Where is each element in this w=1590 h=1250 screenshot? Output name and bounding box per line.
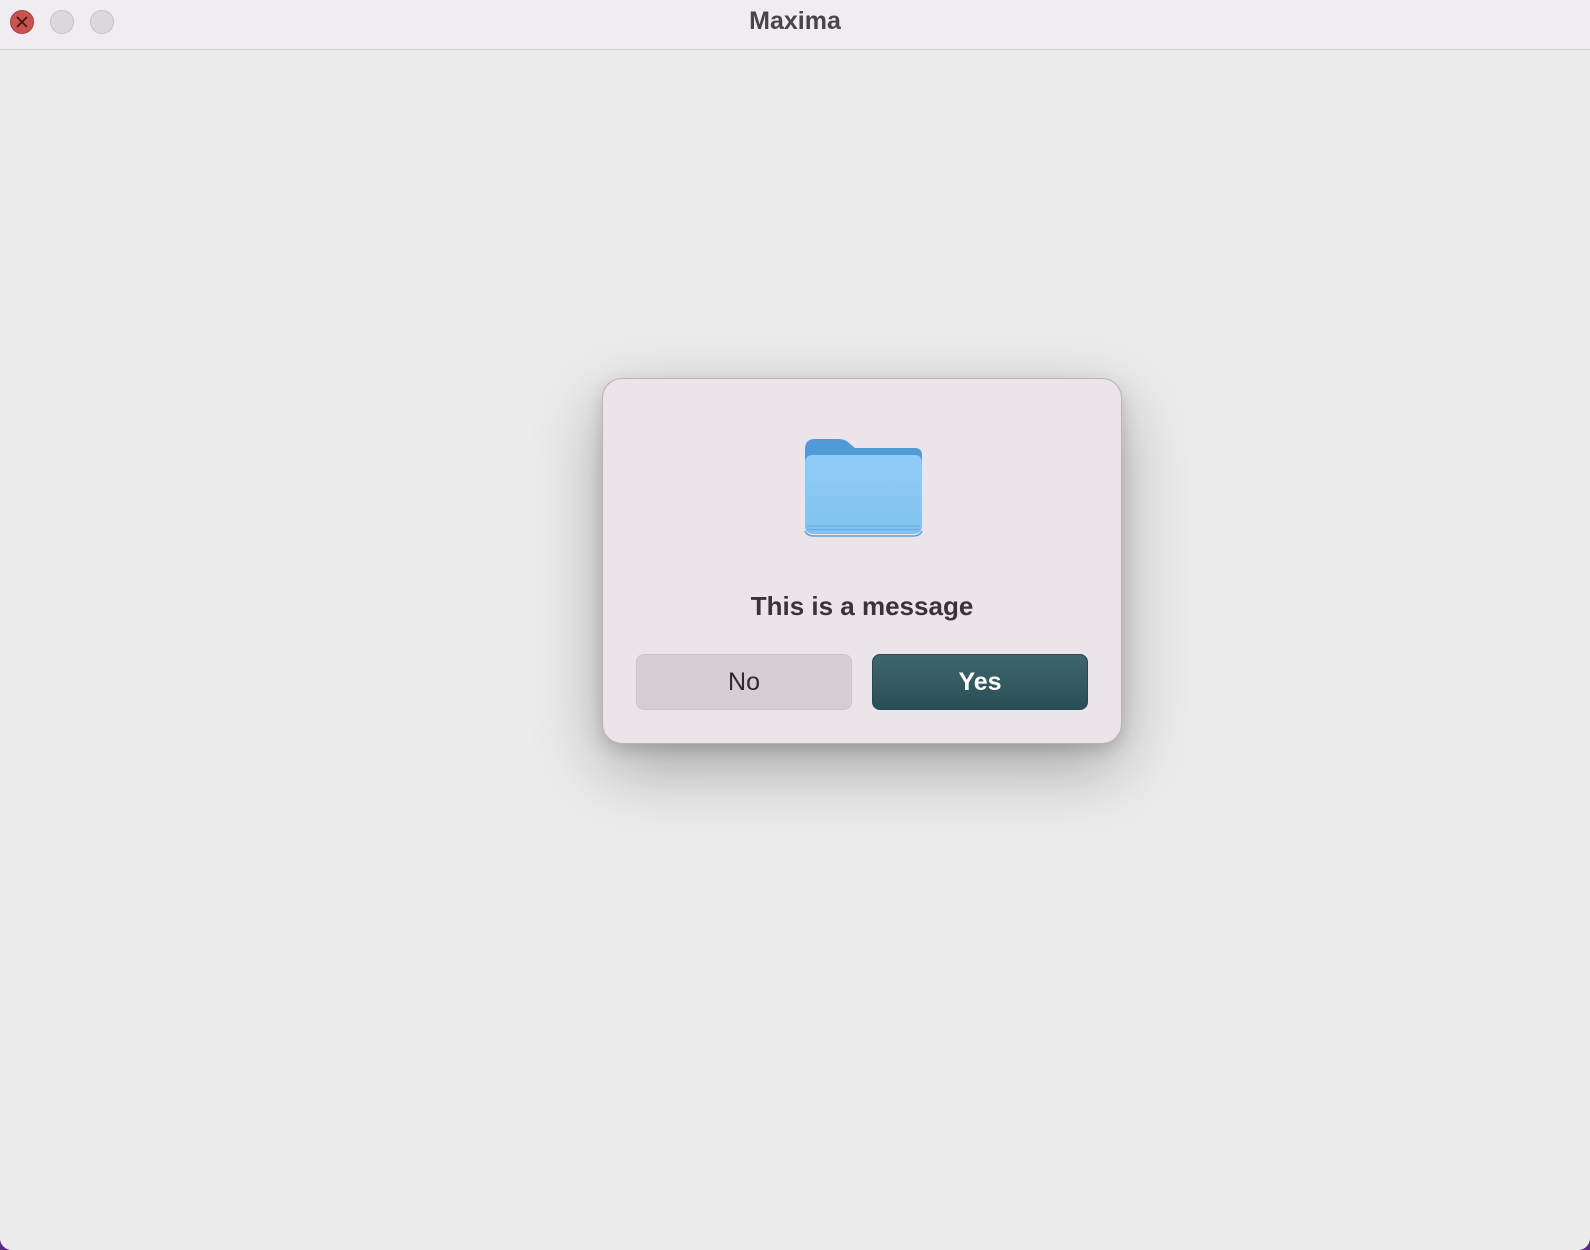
dialog-message: This is a message: [750, 591, 974, 621]
app-window: Maxima This is a message No Yes: [0, 0, 1590, 1250]
title-bar: Maxima: [0, 0, 1590, 50]
message-dialog: This is a message No Yes: [602, 378, 1122, 744]
window-content: This is a message No Yes: [0, 50, 1590, 1250]
window-title: Maxima: [749, 7, 841, 35]
folder-icon: [801, 433, 925, 537]
no-button[interactable]: No: [636, 654, 852, 710]
yes-button[interactable]: Yes: [872, 654, 1088, 710]
